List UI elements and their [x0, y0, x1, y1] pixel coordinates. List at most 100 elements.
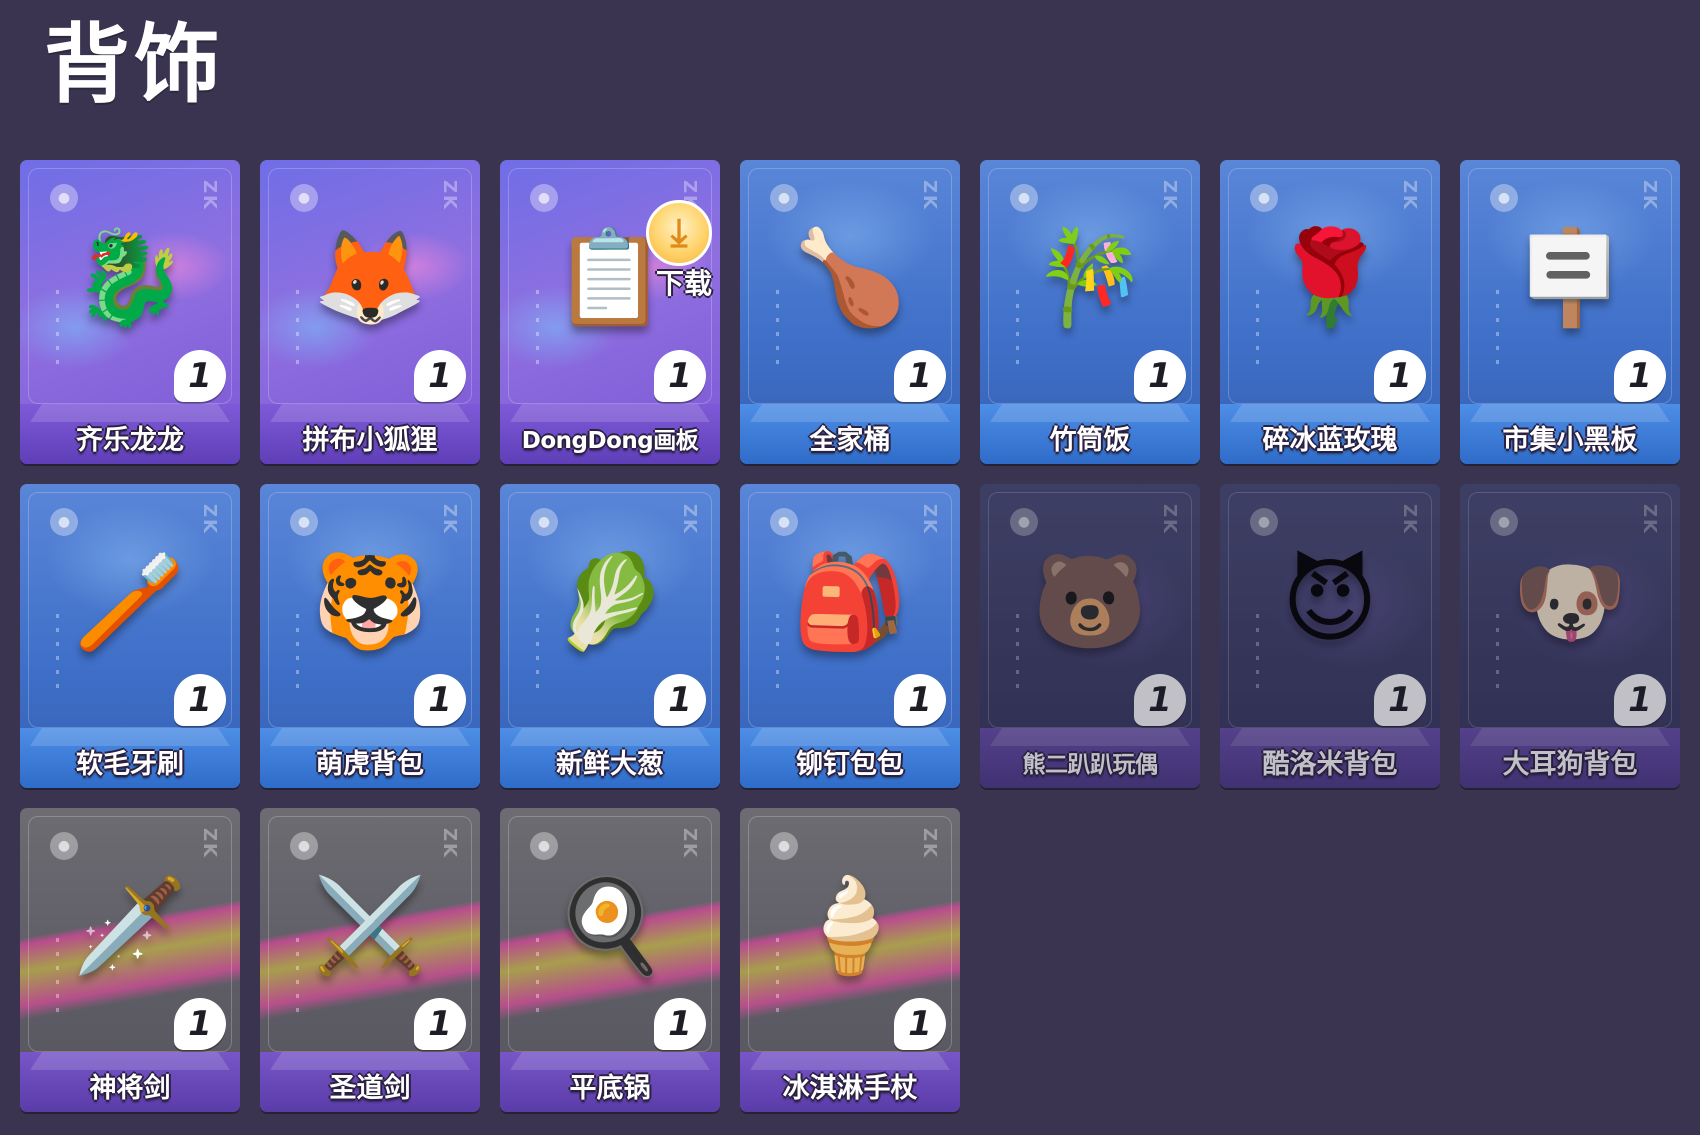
side-decoration [1256, 290, 1259, 370]
holy-sword-icon: ⚔️ [312, 872, 428, 979]
bomb-icon: ● [50, 508, 78, 536]
item-name: 平底锅 [569, 1073, 651, 1104]
side-decoration [1496, 290, 1499, 370]
item-card[interactable]: ● ZK 🐯 1 萌虎背包 [260, 484, 480, 788]
item-name: 竹筒饭 [1049, 425, 1131, 456]
brand-logo-icon: ZK [1399, 504, 1420, 535]
name-bar: 齐乐龙龙 [20, 404, 240, 464]
item-card[interactable]: ● ZK 🦊 1 拼布小狐狸 [260, 160, 480, 464]
name-bar: 全家桶 [740, 404, 960, 464]
name-bar: 平底锅 [500, 1052, 720, 1112]
brand-logo-icon: ZK [919, 828, 940, 859]
quantity-badge: 1 [414, 674, 466, 726]
brand-logo-icon: ZK [199, 828, 220, 859]
bear-doll-icon: 🐻 [1032, 548, 1148, 655]
quantity-badge: 1 [174, 674, 226, 726]
quantity-badge: 1 [894, 998, 946, 1050]
bomb-icon: ● [50, 832, 78, 860]
side-decoration [296, 938, 299, 1018]
quantity-badge: 1 [1374, 674, 1426, 726]
quantity-badge: 1 [654, 674, 706, 726]
side-decoration [1016, 290, 1019, 370]
name-bar: 新鲜大葱 [500, 728, 720, 788]
name-bar: 熊二趴趴玩偶 [980, 728, 1200, 788]
item-card[interactable]: ● ZK 🍳 1 平底锅 [500, 808, 720, 1112]
item-card[interactable]: ● ZK 😈 1 酷洛米背包 [1220, 484, 1440, 788]
item-name: 全家桶 [809, 425, 891, 456]
ice-cream-cane-icon: 🍦 [792, 872, 908, 979]
quantity-badge: 1 [174, 998, 226, 1050]
brand-logo-icon: ZK [1159, 180, 1180, 211]
brand-logo-icon: ZK [679, 828, 700, 859]
bomb-icon: ● [1490, 508, 1518, 536]
chalkboard-icon: 🪧 [1512, 224, 1628, 331]
name-bar: 神将剑 [20, 1052, 240, 1112]
quantity-badge: 1 [1134, 674, 1186, 726]
item-card[interactable]: ● ZK 🥬 1 新鲜大葱 [500, 484, 720, 788]
side-decoration [776, 290, 779, 370]
side-decoration [1256, 614, 1259, 694]
item-name: 拼布小狐狸 [302, 425, 438, 456]
download-badge[interactable]: ⤓ 下载 [618, 200, 720, 302]
bomb-icon: ● [50, 184, 78, 212]
name-bar: DongDong画板 [500, 404, 720, 464]
scallion-icon: 🥬 [552, 548, 668, 655]
side-decoration [1496, 614, 1499, 694]
item-card[interactable]: ● ZK 🐉 1 齐乐龙龙 [20, 160, 240, 464]
brand-logo-icon: ZK [919, 180, 940, 211]
item-card[interactable]: ● ZK 📋 1 DongDong画板 ⤓ 下载 [500, 160, 720, 464]
name-bar: 大耳狗背包 [1460, 728, 1680, 788]
item-card[interactable]: ● ZK 🐶 1 大耳狗背包 [1460, 484, 1680, 788]
brand-logo-icon: ZK [439, 504, 460, 535]
name-bar: 市集小黑板 [1460, 404, 1680, 464]
brand-logo-icon: ZK [1159, 504, 1180, 535]
item-card[interactable]: ● ZK ⚔️ 1 圣道剑 [260, 808, 480, 1112]
side-decoration [1016, 614, 1019, 694]
item-card[interactable]: ● ZK 🐻 1 熊二趴趴玩偶 [980, 484, 1200, 788]
brand-logo-icon: ZK [679, 504, 700, 535]
item-card[interactable]: ● ZK 🪧 1 市集小黑板 [1460, 160, 1680, 464]
bomb-icon: ● [1250, 184, 1278, 212]
quantity-badge: 1 [654, 998, 706, 1050]
item-card[interactable]: ● ZK 🗡️ 1 神将剑 [20, 808, 240, 1112]
kuromi-backpack-icon: 😈 [1282, 548, 1378, 655]
download-icon: ⤓ [646, 200, 712, 266]
family-bucket-icon: 🍗 [792, 224, 908, 331]
bomb-icon: ● [290, 184, 318, 212]
bomb-icon: ● [530, 184, 558, 212]
quantity-badge: 1 [1374, 350, 1426, 402]
name-bar: 萌虎背包 [260, 728, 480, 788]
bomb-icon: ● [290, 508, 318, 536]
side-decoration [56, 290, 59, 370]
brand-logo-icon: ZK [1639, 504, 1660, 535]
bomb-icon: ● [770, 508, 798, 536]
quantity-badge: 1 [894, 350, 946, 402]
frying-pan-icon: 🍳 [552, 872, 668, 979]
name-bar: 软毛牙刷 [20, 728, 240, 788]
bomb-icon: ● [530, 508, 558, 536]
item-name: 萌虎背包 [316, 749, 424, 780]
item-card[interactable]: ● ZK 🍦 1 冰淇淋手杖 [740, 808, 960, 1112]
name-bar: 酷洛米背包 [1220, 728, 1440, 788]
item-name: 酷洛米背包 [1262, 749, 1398, 780]
item-name: 熊二趴趴玩偶 [1022, 752, 1159, 778]
item-card[interactable]: ● ZK 🌹 1 碎冰蓝玫瑰 [1220, 160, 1440, 464]
sword-icon: 🗡️ [72, 872, 188, 979]
brand-logo-icon: ZK [199, 180, 220, 211]
toothbrush-icon: 🪥 [72, 548, 188, 655]
item-card[interactable]: ● ZK 🪥 1 软毛牙刷 [20, 484, 240, 788]
side-decoration [296, 614, 299, 694]
quantity-badge: 1 [414, 998, 466, 1050]
item-name: 新鲜大葱 [556, 749, 664, 780]
bamboo-rice-icon: 🎋 [1032, 224, 1148, 331]
brand-logo-icon: ZK [439, 828, 460, 859]
item-name: 大耳狗背包 [1502, 749, 1638, 780]
item-card[interactable]: ● ZK 🍗 1 全家桶 [740, 160, 960, 464]
item-name: 铆钉包包 [796, 749, 904, 780]
name-bar: 圣道剑 [260, 1052, 480, 1112]
download-label: 下载 [656, 267, 713, 300]
quantity-badge: 1 [654, 350, 706, 402]
item-card[interactable]: ● ZK 🎒 1 铆钉包包 [740, 484, 960, 788]
item-card[interactable]: ● ZK 🎋 1 竹筒饭 [980, 160, 1200, 464]
item-name: DongDong画板 [521, 428, 699, 454]
